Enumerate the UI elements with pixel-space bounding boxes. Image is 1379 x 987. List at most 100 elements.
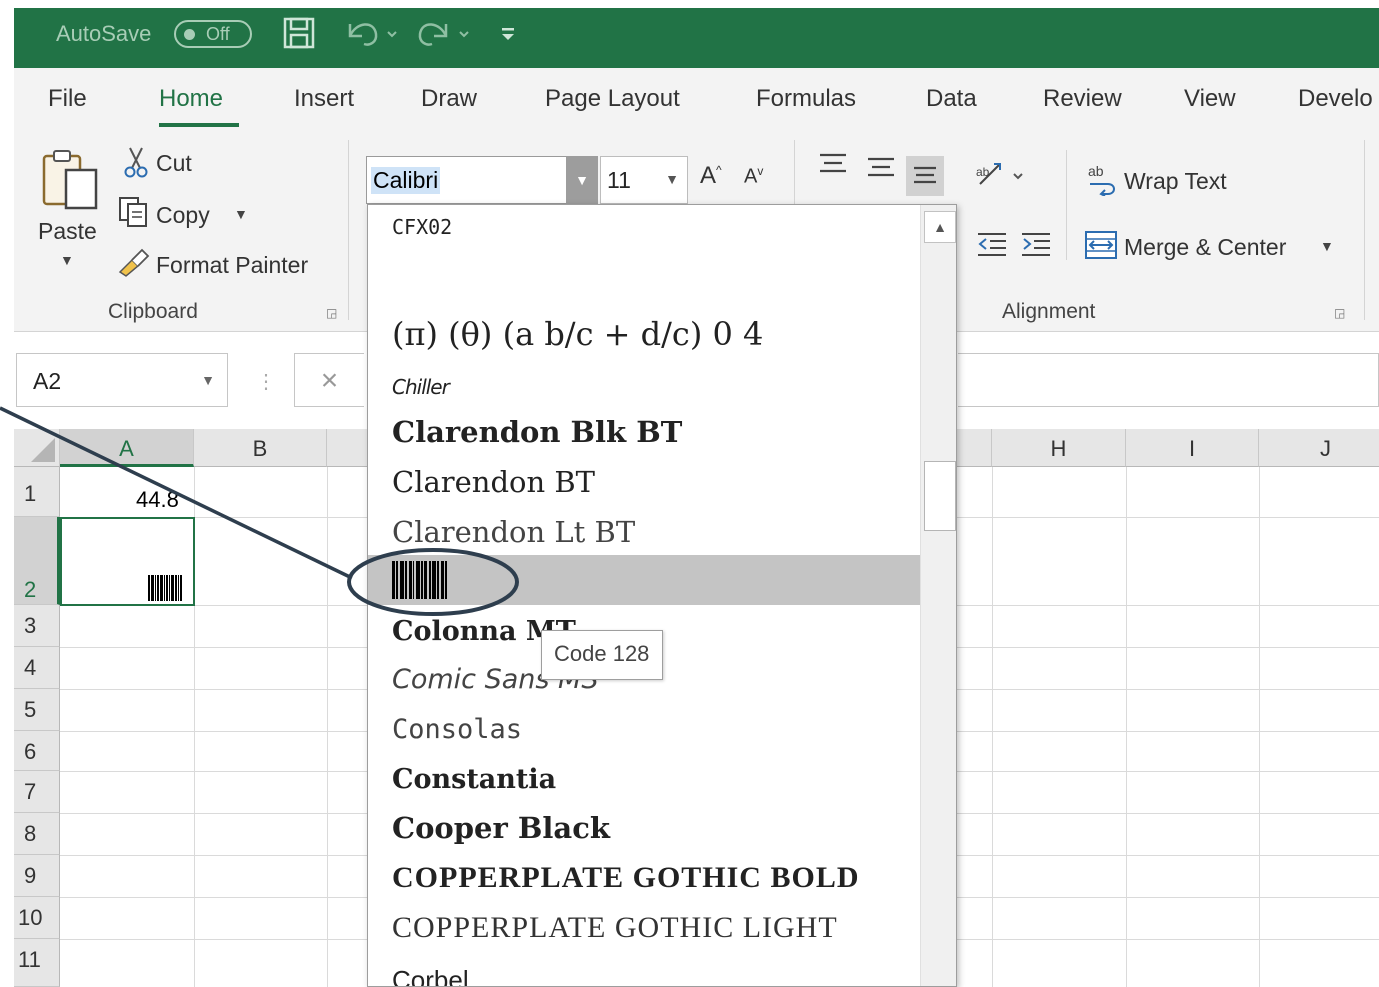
tab-file[interactable]: File [48, 85, 87, 113]
cancel-entry-icon[interactable]: × [294, 353, 364, 407]
tab-insert[interactable]: Insert [294, 85, 354, 113]
bottom-align-button[interactable] [906, 156, 944, 196]
format-painter-button[interactable]: Format Painter [156, 252, 308, 279]
middle-align-button[interactable] [862, 152, 900, 192]
decrease-font-size-glyph: A [744, 165, 758, 188]
autosave-label: AutoSave [56, 21, 152, 46]
row-header-10[interactable]: 10 [14, 897, 60, 939]
name-box-dropdown-icon[interactable]: ▼ [201, 372, 215, 388]
tab-home[interactable]: Home [159, 85, 223, 113]
scroll-thumb[interactable] [924, 461, 956, 531]
alignment-group-label: Alignment [1002, 300, 1096, 323]
row-header-2[interactable]: 2 [14, 517, 60, 605]
font-size-combobox[interactable]: 11 ▼ [600, 156, 688, 204]
font-name-value: Calibri [371, 167, 441, 194]
increase-font-size-button[interactable]: A^ [700, 162, 722, 190]
column-header-b[interactable]: B [194, 429, 327, 467]
font-item-math-symbols[interactable]: (π) (θ) (a b/c + d/c) 0 4 [368, 293, 920, 357]
font-tooltip-text: Code 128 [554, 641, 650, 666]
row-header-7[interactable]: 7 [14, 771, 60, 813]
redo-icon[interactable] [416, 14, 476, 57]
row-header-5[interactable]: 5 [14, 689, 60, 731]
font-item-code-128[interactable] [368, 555, 920, 605]
svg-text:ab: ab [1088, 163, 1104, 179]
tab-data[interactable]: Data [926, 85, 977, 113]
copy-dropdown-icon[interactable]: ▼ [234, 206, 248, 222]
tab-page-layout[interactable]: Page Layout [545, 85, 680, 113]
tab-draw[interactable]: Draw [421, 85, 477, 113]
active-tab-indicator [159, 123, 239, 127]
name-box[interactable]: A2 ▼ [16, 353, 228, 407]
decrease-indent-icon[interactable] [976, 230, 1008, 263]
wrap-text-button[interactable]: Wrap Text [1124, 168, 1227, 195]
clipboard-dialog-launcher-icon[interactable]: ◲ [326, 306, 337, 320]
clipboard-group-label: Clipboard [108, 300, 198, 323]
font-item-copperplate-gothic-light[interactable]: COPPERPLATE GOTHIC LIGHT [368, 901, 920, 951]
paste-label: Paste [38, 218, 97, 244]
font-name-combobox[interactable]: Calibri [366, 156, 598, 204]
copy-button[interactable]: Copy [156, 202, 210, 229]
row-header-4[interactable]: 4 [14, 647, 60, 689]
increase-indent-icon[interactable] [1020, 230, 1052, 263]
font-tooltip: Code 128 [541, 630, 663, 680]
font-name-dropdown-icon[interactable]: ▼ [566, 156, 598, 204]
cut-button[interactable]: Cut [156, 150, 192, 177]
merge-center-button[interactable]: Merge & Center [1124, 234, 1286, 261]
row-header-11[interactable]: 11 [14, 939, 60, 987]
font-item-consolas[interactable]: Consolas [368, 701, 920, 751]
merge-center-icon [1084, 230, 1118, 265]
font-list-scrollbar[interactable]: ▲ [920, 205, 956, 986]
undo-icon[interactable] [344, 14, 404, 57]
tab-view[interactable]: View [1184, 85, 1236, 113]
column-header-i[interactable]: I [1126, 429, 1259, 467]
code-128-barcode-preview [392, 561, 447, 599]
group-separator [1364, 140, 1365, 320]
decrease-font-size-button[interactable]: Av [744, 164, 763, 189]
column-header-a[interactable]: A [60, 429, 194, 467]
cut-icon [122, 146, 150, 183]
wrap-text-icon: ab [1086, 162, 1122, 201]
font-item-copperplate-gothic-bold[interactable]: COPPERPLATE GOTHIC BOLD [368, 851, 920, 901]
top-align-button[interactable] [814, 150, 852, 190]
font-item-clarendon-bt[interactable]: Clarendon BT [368, 455, 920, 505]
font-item-cfx02[interactable]: CFX02 [368, 205, 920, 245]
name-box-value: A2 [33, 368, 62, 394]
svg-text:ab: ab [976, 165, 990, 179]
customize-quick-access-icon[interactable] [498, 18, 518, 55]
font-item-chiller[interactable]: Chiller [368, 357, 920, 405]
column-header-j[interactable]: J [1259, 429, 1379, 467]
row-header-8[interactable]: 8 [14, 813, 60, 855]
row-header-3[interactable]: 3 [14, 605, 60, 647]
orientation-icon[interactable]: ab [974, 158, 1030, 197]
font-size-dropdown-icon[interactable]: ▼ [665, 171, 679, 187]
increase-font-size-glyph: A [700, 162, 717, 189]
formula-input[interactable] [958, 353, 1379, 407]
font-item-clarendon-lt-bt[interactable]: Clarendon Lt BT [368, 505, 920, 555]
font-item-corbel[interactable]: Corbel [368, 951, 920, 986]
scroll-up-icon[interactable]: ▲ [924, 211, 956, 243]
formula-bar-resize-handle[interactable]: ⋮ [256, 369, 276, 394]
paste-button[interactable]: Paste ▼ [34, 144, 104, 284]
row-header-9[interactable]: 9 [14, 855, 60, 897]
tab-developer[interactable]: Develo [1298, 85, 1373, 113]
font-item-cooper-black[interactable]: Cooper Black [368, 801, 920, 851]
column-header-h[interactable]: H [992, 429, 1126, 467]
save-icon[interactable] [282, 16, 316, 57]
row-header-1[interactable]: 1 [14, 467, 60, 517]
row-header-6[interactable]: 6 [14, 731, 60, 771]
font-item-constantia[interactable]: Constantia [368, 751, 920, 801]
font-size-value: 11 [607, 167, 631, 193]
tab-review[interactable]: Review [1043, 85, 1122, 113]
merge-center-dropdown-icon[interactable]: ▼ [1320, 238, 1334, 254]
copy-icon [118, 196, 150, 233]
font-item-clarendon-blk-bt[interactable]: Clarendon Blk BT [368, 405, 920, 455]
paste-dropdown-icon[interactable]: ▼ [60, 252, 74, 268]
cell-a1[interactable]: 44.8 [136, 487, 179, 513]
gridline [1126, 467, 1127, 987]
autosave-state: Off [206, 24, 230, 44]
select-all-button[interactable] [14, 429, 60, 467]
tab-formulas[interactable]: Formulas [756, 85, 856, 113]
font-item-blank[interactable] [368, 245, 920, 293]
autosave-toggle[interactable]: Off [174, 20, 252, 48]
alignment-dialog-launcher-icon[interactable]: ◲ [1334, 306, 1345, 320]
